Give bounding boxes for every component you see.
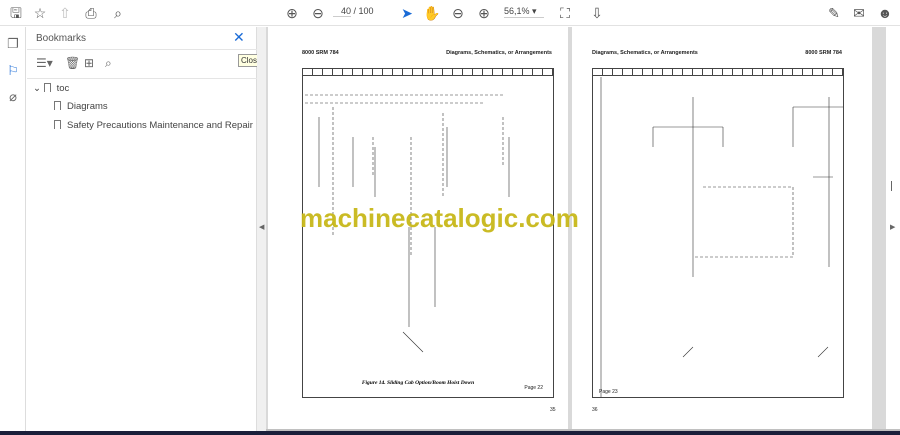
panel-splitter[interactable]: ◀ <box>257 27 266 435</box>
star-icon[interactable]: ☆ <box>31 4 49 22</box>
bookmark-label: Safety Precautions Maintenance and Repai… <box>67 120 253 131</box>
attachment-icon[interactable]: ⌀ <box>5 89 21 105</box>
search-zoom-icon[interactable]: ⌕ <box>109 4 127 22</box>
page-label: Page 23 <box>599 389 618 395</box>
page-navigator: / 100 <box>333 6 374 17</box>
mail-icon[interactable]: ✉ <box>850 4 868 22</box>
page-fit-icon[interactable]: ⛶ <box>556 4 574 22</box>
page-header-right: 8000 SRM 784 <box>805 50 842 56</box>
close-icon[interactable]: ✕ <box>233 29 245 46</box>
page-total: / 100 <box>353 6 374 16</box>
bookmark-safety[interactable]: Safety Precautions Maintenance and Repai… <box>54 120 253 131</box>
page-number: 35 <box>550 407 556 413</box>
new-bookmark-icon[interactable]: ⊞ <box>84 56 94 70</box>
select-cursor-icon[interactable]: ➤ <box>398 4 416 22</box>
right-scrollbar[interactable]: ▶ <box>886 27 900 429</box>
zoom-in-icon[interactable]: ⊕ <box>475 4 493 22</box>
left-rail: ❐ ⚐ ⌀ <box>0 27 26 435</box>
print-icon[interactable]: ⎙ <box>82 4 100 22</box>
options-icon[interactable]: ☰▾ <box>36 56 53 70</box>
bookmark-diagrams[interactable]: Diagrams <box>54 101 108 112</box>
pages-icon[interactable]: ❐ <box>5 36 21 52</box>
figure-caption: Figure 14. Sliding Cab Option/Boom Hoist… <box>361 380 475 386</box>
bookmark-icon <box>54 120 61 129</box>
watermark: machinecatalogic.com <box>300 203 579 233</box>
scroll-mode-icon[interactable]: ⇩ <box>588 4 606 22</box>
zoom-value: 56,1% <box>504 6 530 16</box>
page-right: Diagrams, Schematics, or Arrangements 80… <box>572 27 872 429</box>
page-number: 36 <box>592 407 598 413</box>
save-icon[interactable]: 🖫 <box>7 4 25 22</box>
schematic-right: Page 23 <box>592 68 844 398</box>
toolbar: 🖫 ☆ ⇧ ⎙ ⌕ ⊕ ⊖ / 100 ➤ ✋ ⊖ ⊕ 56,1% ▾ ⛶ ⇩ … <box>0 0 900 26</box>
page-header-right: Diagrams, Schematics, or Arrangements <box>446 50 552 56</box>
bookmark-label: toc <box>56 83 70 94</box>
page-down-icon[interactable]: ⊖ <box>309 4 327 22</box>
page-header-left: Diagrams, Schematics, or Arrangements <box>592 50 698 56</box>
delete-icon[interactable]: 🗑 <box>65 56 80 70</box>
chevron-down-icon[interactable]: ⌄ <box>33 83 44 94</box>
zoom-select[interactable]: 56,1% ▾ <box>504 6 544 18</box>
bookmark-icon <box>43 83 51 92</box>
panel-title: Bookmarks <box>36 33 87 44</box>
account-icon[interactable]: ☻ <box>876 4 894 22</box>
bookmark-label: Diagrams <box>67 101 108 112</box>
page-header-left: 8000 SRM 784 <box>302 50 339 56</box>
taskbar <box>0 431 900 435</box>
zoom-out-icon[interactable]: ⊖ <box>449 4 467 22</box>
bookmark-tools: ☰▾ 🗑 ⊞ ⌕ <box>27 49 257 79</box>
page-number-input[interactable] <box>333 6 351 17</box>
bookmark-icon <box>54 101 61 110</box>
hand-icon[interactable]: ✋ <box>423 4 441 22</box>
bookmarks-panel: Bookmarks ✕ ☰▾ 🗑 ⊞ ⌕ ⌄ toc Diagrams Safe… <box>27 27 257 435</box>
page-up-icon[interactable]: ⊕ <box>283 4 301 22</box>
bookmark-toc[interactable]: ⌄ toc <box>33 83 69 94</box>
sign-icon[interactable]: ✎ <box>825 4 843 22</box>
upload-icon[interactable]: ⇧ <box>56 4 74 22</box>
bookmarks-icon[interactable]: ⚐ <box>5 63 21 79</box>
find-bookmark-icon[interactable]: ⌕ <box>105 56 112 71</box>
